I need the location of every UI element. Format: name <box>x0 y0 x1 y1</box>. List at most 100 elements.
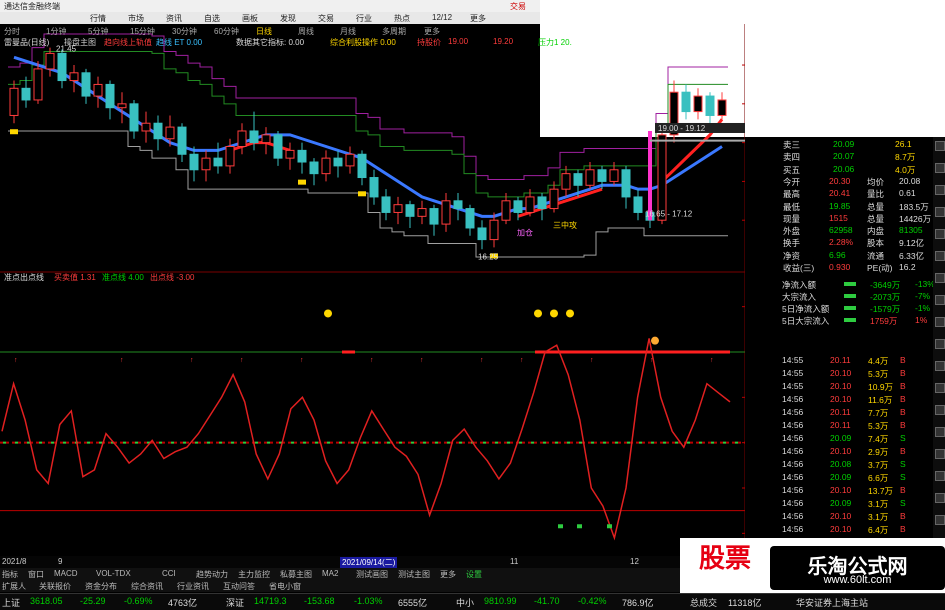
period-tab[interactable]: 更多 <box>424 26 440 37</box>
menu-item[interactable]: 更多 <box>470 13 486 24</box>
menu-item[interactable]: 行业 <box>356 13 372 24</box>
info-tab[interactable]: 行业资讯 <box>177 581 209 592</box>
flow-bar <box>844 318 856 322</box>
menu-item[interactable]: 12/12 <box>432 13 452 22</box>
indicator-tab[interactable]: VOL-TDX <box>96 569 131 578</box>
candle-body <box>105 83 115 109</box>
candle-body <box>405 204 415 217</box>
period-tab[interactable]: 多周期 <box>382 26 406 37</box>
status-item: 6555亿 <box>398 598 428 608</box>
side-tool-icon[interactable] <box>935 317 945 327</box>
side-tool-icon[interactable] <box>935 185 945 195</box>
date-axis: 2021/8 9 2021/09/14(二) 11 12 <box>0 556 680 568</box>
menu-item[interactable]: 发现 <box>280 13 296 24</box>
candle-body <box>717 99 727 116</box>
candle-body <box>45 52 55 70</box>
menu-item[interactable]: 自选 <box>204 13 220 24</box>
quote-value: 16.2 <box>899 262 916 272</box>
quote-label: PE(动) <box>867 263 893 273</box>
arrow-marker: ↑ <box>190 357 194 364</box>
info-tab[interactable]: 省电小窗 <box>269 581 301 592</box>
candle-body <box>381 196 391 213</box>
status-item: 9810.99 <box>484 596 517 606</box>
indicator-tab[interactable]: MA2 <box>322 569 338 578</box>
quote-value: 20.30 <box>829 175 851 186</box>
period-tab[interactable]: 月线 <box>340 26 356 37</box>
period-tab[interactable]: 周线 <box>298 26 314 37</box>
tick-price: 20.10 <box>830 511 852 521</box>
candle-body <box>693 95 703 113</box>
side-tool-icon[interactable] <box>935 251 945 261</box>
side-tool-icon[interactable] <box>935 449 945 459</box>
side-tool-icon[interactable] <box>935 163 945 173</box>
marker-label: 三中攻 <box>553 220 577 230</box>
tick-time: 14:56 <box>782 524 804 534</box>
side-tool-icon[interactable] <box>935 427 945 437</box>
side-tool-icon[interactable] <box>935 515 945 525</box>
indicator-tab[interactable]: 趋势动力 <box>196 569 228 580</box>
menu-item[interactable]: 资讯 <box>166 13 182 24</box>
info-tab[interactable]: 资金分布 <box>85 581 117 592</box>
side-tool-icon[interactable] <box>935 141 945 151</box>
period-tab[interactable]: 1分钟 <box>46 26 66 37</box>
menu-item[interactable]: 热点 <box>394 13 410 24</box>
candle-body <box>345 153 355 167</box>
trade-link[interactable]: 交易 <box>510 1 526 12</box>
info-tab[interactable]: 互动问答 <box>223 581 255 592</box>
side-tool-icon[interactable] <box>935 339 945 349</box>
indicator-legend: 19.00 <box>448 37 469 46</box>
period-tab[interactable]: 日线 <box>256 26 272 37</box>
side-tool-icon[interactable] <box>935 471 945 481</box>
side-tool-icon[interactable] <box>935 493 945 503</box>
tick-side: S <box>900 472 906 482</box>
indicator-tab[interactable]: 指标 <box>2 569 18 580</box>
menu-item[interactable]: 画板 <box>242 13 258 24</box>
menu-item[interactable]: 行情 <box>90 13 106 24</box>
indicator-tab[interactable]: 设置 <box>466 569 482 580</box>
indicator-tab[interactable]: 私募主图 <box>280 569 312 580</box>
period-tab[interactable]: 60分钟 <box>214 26 239 37</box>
candle-body <box>177 126 187 155</box>
side-toolbar[interactable] <box>933 137 945 557</box>
period-tab[interactable]: 5分钟 <box>88 26 108 37</box>
menu-item[interactable]: 交易 <box>318 13 334 24</box>
period-tab[interactable]: 15分钟 <box>130 26 155 37</box>
candle-body <box>609 169 619 182</box>
flow-percent: -7% <box>915 291 931 301</box>
chart-canvas[interactable]: 21.0020.0019.0018.0017.0021.4516.2519.00… <box>0 24 745 556</box>
side-tool-icon[interactable] <box>935 229 945 239</box>
quote-label: 股本 <box>867 238 885 249</box>
candle-body <box>573 173 583 186</box>
info-tab[interactable]: 关联报价 <box>39 581 71 592</box>
status-item: 总成交 <box>690 598 718 608</box>
menu-item[interactable]: 市场 <box>128 13 144 24</box>
mid-resistance-line <box>8 50 728 198</box>
side-tool-icon[interactable] <box>935 273 945 283</box>
info-tab[interactable]: 扩展人 <box>2 581 26 592</box>
side-tool-icon[interactable] <box>935 207 945 217</box>
indicator-tab[interactable]: 测试主图 <box>398 569 430 580</box>
signal-marker <box>358 191 366 197</box>
indicator-tab[interactable]: 窗口 <box>28 569 44 580</box>
indicator-tab[interactable]: 测试画图 <box>356 569 388 580</box>
ma-line <box>13 55 723 218</box>
side-tool-icon[interactable] <box>935 361 945 371</box>
indicator-tab[interactable]: CCI <box>162 569 176 578</box>
tick-time: 14:56 <box>782 472 804 482</box>
period-tab[interactable]: 分时 <box>4 26 20 37</box>
info-tab[interactable]: 综合资讯 <box>131 581 163 592</box>
indicator-tab[interactable]: 更多 <box>440 569 456 580</box>
candle-body <box>201 157 211 171</box>
flow-percent: -13% <box>915 279 935 289</box>
side-tool-icon[interactable] <box>935 295 945 305</box>
indicator-tab[interactable]: MACD <box>54 569 78 578</box>
quote-volume: 26.1 <box>895 139 912 149</box>
indicator-tab[interactable]: 主力监控 <box>238 569 270 580</box>
title-bar: 通达信金融终端 交易 <box>0 0 540 12</box>
indicator-legend: 持股价 <box>417 38 441 47</box>
chart-template[interactable]: 操盘主图 <box>64 37 96 48</box>
side-tool-icon[interactable] <box>935 383 945 393</box>
side-tool-icon[interactable] <box>935 405 945 415</box>
candle-body <box>189 153 199 171</box>
period-tab[interactable]: 30分钟 <box>172 26 197 37</box>
